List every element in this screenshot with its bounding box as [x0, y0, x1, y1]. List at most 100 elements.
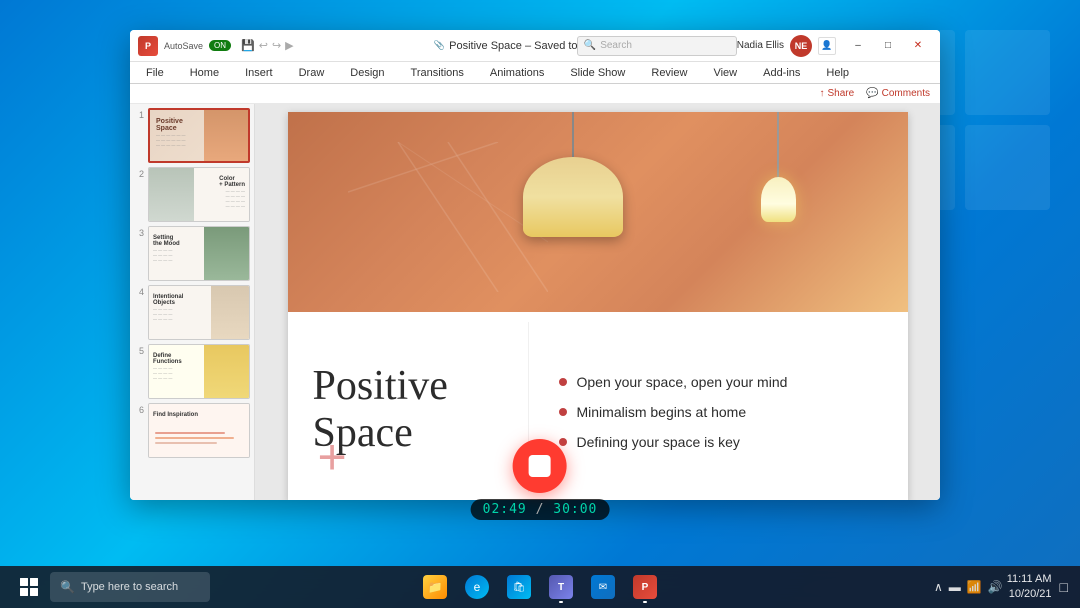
autosave-label: AutoSave	[164, 41, 203, 51]
record-button[interactable]	[513, 439, 567, 493]
taskbar-search[interactable]: 🔍 Type here to search	[50, 572, 210, 602]
bullet-item-1: Open your space, open your mind	[559, 374, 888, 390]
account-icon[interactable]: 👤	[818, 37, 836, 55]
battery-icon[interactable]: ▬	[949, 580, 961, 594]
title-bar: P AutoSave ON 💾 ↩ ↪ ▶ 📎 Positive Space –…	[130, 30, 940, 62]
tab-file[interactable]: File	[142, 65, 168, 81]
system-tray: ∧ ▬ 📶 🔊 11:11 AM 10/20/21 □	[934, 572, 1080, 603]
geo-lines	[348, 142, 548, 292]
slide-thumb-1[interactable]: 1 PositiveSpace — — — — — —— — — — — —— …	[134, 108, 250, 163]
tab-design[interactable]: Design	[346, 65, 388, 81]
search-bar[interactable]: 🔍 Search	[577, 36, 737, 56]
s5-title: DefineFunctions	[153, 353, 182, 365]
s4-text: — — — —— — — —— — — —	[153, 306, 172, 321]
chevron-up-icon[interactable]: ∧	[934, 580, 943, 594]
record-inner	[529, 455, 551, 477]
save-icon[interactable]: 💾	[241, 39, 255, 52]
system-clock[interactable]: 11:11 AM 10/20/21	[1007, 572, 1052, 603]
taskbar-search-text: Type here to search	[81, 581, 178, 593]
taskbar-app-teams[interactable]: T	[543, 569, 579, 605]
files-icon: 📁	[423, 575, 447, 599]
close-button[interactable]: ✕	[904, 35, 932, 57]
timer-slash: /	[536, 502, 554, 517]
undo-icon[interactable]: ↩	[259, 39, 268, 52]
plus-symbol: +	[318, 432, 347, 482]
window-controls: – □ ✕	[844, 35, 932, 57]
teams-indicator	[559, 601, 563, 603]
s3-text: — — — —— — — —— — — —	[153, 247, 172, 262]
slide-preview-2[interactable]: Color+ Pattern — — — —— — — —— — — —— — …	[148, 167, 250, 222]
share-button[interactable]: ↑ Share	[820, 88, 855, 99]
slide-preview-1[interactable]: PositiveSpace — — — — — —— — — — — —— — …	[148, 108, 250, 163]
slide-preview-4[interactable]: IntentionalObjects — — — —— — — —— — — —	[148, 285, 250, 340]
volume-icon[interactable]: 🔊	[988, 580, 1003, 594]
taskbar-app-ppt[interactable]: P	[627, 569, 663, 605]
s5-text: — — — —— — — —— — — —	[153, 365, 172, 380]
ribbon: File Home Insert Draw Design Transitions…	[130, 62, 940, 84]
slide-thumb-2[interactable]: 2 Color+ Pattern — — — —— — — —— — — —— …	[134, 167, 250, 222]
autosave-toggle[interactable]: ON	[209, 40, 231, 51]
desktop: P AutoSave ON 💾 ↩ ↪ ▶ 📎 Positive Space –…	[0, 0, 1080, 608]
tab-transitions[interactable]: Transitions	[407, 65, 468, 81]
slide-preview-3[interactable]: Settingthe Mood — — — —— — — —— — — —	[148, 226, 250, 281]
slide-preview-5[interactable]: DefineFunctions — — — —— — — —— — — —	[148, 344, 250, 399]
user-avatar[interactable]: NE	[790, 35, 812, 57]
maximize-button[interactable]: □	[874, 35, 902, 57]
tab-addins[interactable]: Add-ins	[759, 65, 804, 81]
tab-insert[interactable]: Insert	[241, 65, 277, 81]
slide-thumb-4[interactable]: 4 IntentionalObjects — — — —— — — —— — —…	[134, 285, 250, 340]
tab-help[interactable]: Help	[822, 65, 853, 81]
comments-label: Comments	[882, 88, 930, 99]
comments-button[interactable]: 💬 Comments	[866, 88, 930, 99]
redo-icon[interactable]: ↪	[272, 39, 281, 52]
bulb-lamp	[761, 112, 796, 222]
slide-preview-6[interactable]: Find Inspiration	[148, 403, 250, 458]
share-bar: ↑ Share 💬 Comments	[130, 84, 940, 104]
user-name: Nadia Ellis	[737, 40, 784, 51]
tab-view[interactable]: View	[709, 65, 741, 81]
taskbar-search-icon: 🔍	[60, 580, 75, 594]
slide-image-area	[288, 112, 908, 312]
share-label: Share	[828, 88, 855, 99]
s2-text: — — — —— — — —— — — —— — — —	[226, 188, 245, 208]
quick-access-toolbar: 💾 ↩ ↪ ▶	[241, 39, 294, 52]
taskbar-app-mail[interactable]: ✉	[585, 569, 621, 605]
taskbar-center: 📁 e 🛍 T ✉ P	[417, 569, 663, 605]
start-button[interactable]	[12, 570, 46, 604]
comments-icon: 💬	[866, 88, 878, 99]
bullet-text-1: Open your space, open your mind	[577, 374, 788, 390]
clock-time: 11:11 AM	[1007, 572, 1052, 587]
slide-thumb-5[interactable]: 5 DefineFunctions — — — —— — — —— — — —	[134, 344, 250, 399]
tab-animations[interactable]: Animations	[486, 65, 548, 81]
s6-title: Find Inspiration	[153, 412, 198, 418]
tab-home[interactable]: Home	[186, 65, 223, 81]
slide-num-3: 3	[134, 226, 144, 238]
powerpoint-taskbar-icon: P	[633, 575, 657, 599]
notification-button[interactable]: □	[1056, 579, 1072, 595]
taskbar-app-store[interactable]: 🛍	[501, 569, 537, 605]
edge-icon: e	[465, 575, 489, 599]
powerpoint-icon: P	[138, 36, 158, 56]
tab-slideshow[interactable]: Slide Show	[566, 65, 629, 81]
taskbar-app-edge[interactable]: e	[459, 569, 495, 605]
tab-review[interactable]: Review	[647, 65, 691, 81]
tray-icons: ∧ ▬ 📶 🔊	[934, 580, 1003, 594]
s2-title: Color+ Pattern	[219, 176, 245, 188]
taskbar-app-files[interactable]: 📁	[417, 569, 453, 605]
network-icon[interactable]: 📶	[967, 580, 982, 594]
slide-thumb-3[interactable]: 3 Settingthe Mood — — — —— — — —— — — —	[134, 226, 250, 281]
slide-thumb-6[interactable]: 6 Find Inspiration	[134, 403, 250, 458]
bullet-dot-1	[559, 378, 567, 386]
present-icon[interactable]: ▶	[285, 39, 293, 52]
clock-date: 10/20/21	[1007, 587, 1052, 602]
minimize-button[interactable]: –	[844, 35, 872, 57]
bullet-text-2: Minimalism begins at home	[577, 404, 747, 420]
bullet-item-2: Minimalism begins at home	[559, 404, 888, 420]
s1-title: PositiveSpace	[156, 118, 183, 132]
share-icon: ↑	[820, 88, 825, 99]
search-placeholder: Search	[600, 40, 632, 51]
s1-text: — — — — — —— — — — — —— — — — — —	[156, 132, 186, 148]
s4-title: IntentionalObjects	[153, 294, 183, 306]
tab-draw[interactable]: Draw	[295, 65, 329, 81]
timer-display: 02:49 / 30:00	[471, 499, 610, 520]
